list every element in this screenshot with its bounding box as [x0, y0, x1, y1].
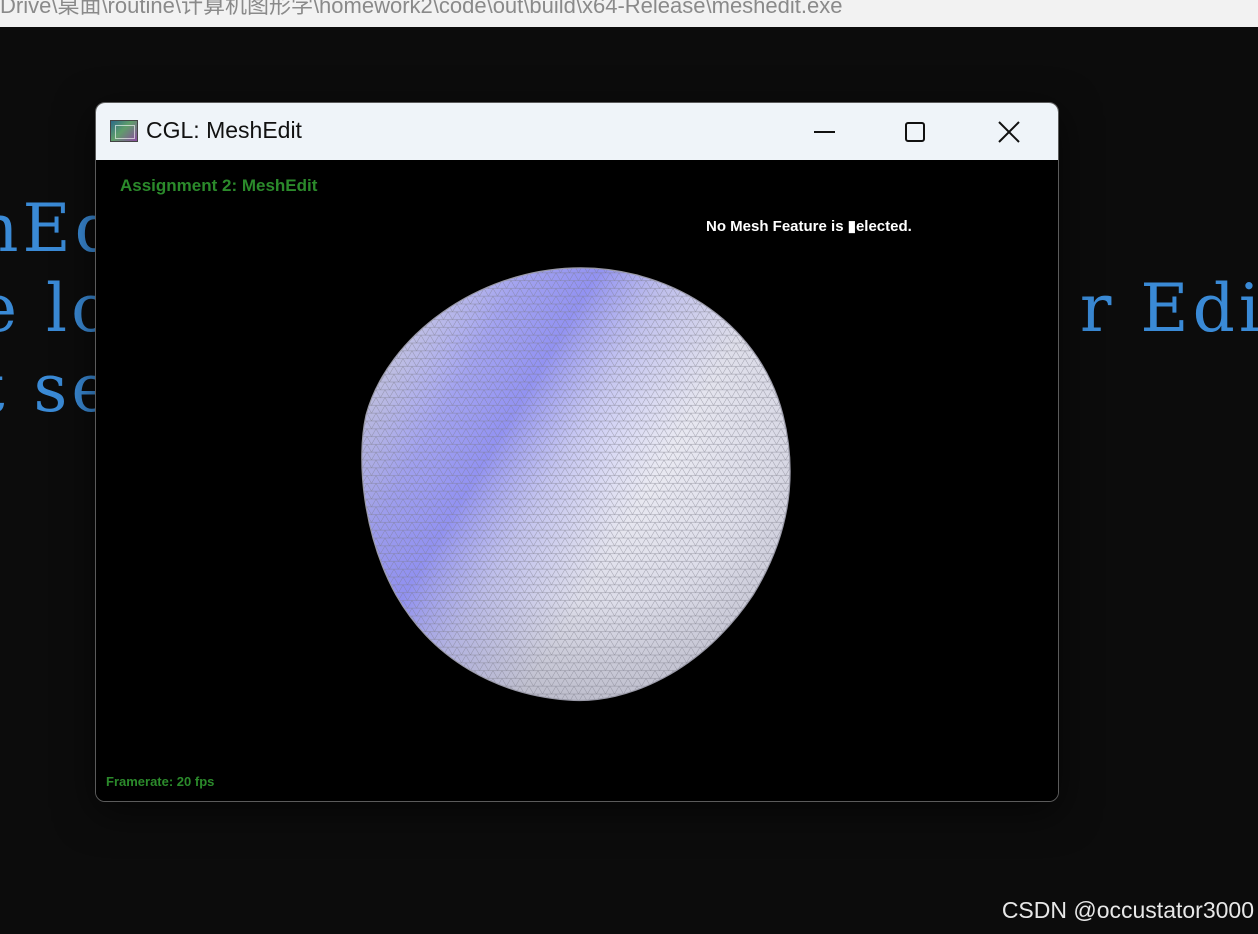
meshedit-window[interactable]: CGL: MeshEdit Assignment 2: MeshEdit No … — [95, 102, 1059, 802]
path-bar: Drive\桌面\routine\计算机图形学\homework2\code\o… — [0, 0, 1258, 27]
assignment-title: Assignment 2: MeshEdit — [120, 176, 318, 195]
framerate-label: Framerate: 20 fps — [106, 774, 215, 789]
maximize-button[interactable] — [870, 103, 960, 160]
selection-status: No Mesh Feature is ▮elected. — [706, 218, 912, 235]
window-title: CGL: MeshEdit — [146, 117, 302, 143]
app-icon — [110, 120, 138, 142]
console-line-2-right: r Edit — [1079, 270, 1258, 347]
render-viewport[interactable]: Assignment 2: MeshEdit No Mesh Feature i… — [96, 160, 1058, 801]
close-icon — [998, 120, 1020, 143]
window-titlebar[interactable]: CGL: MeshEdit — [96, 103, 1058, 160]
maximize-icon — [905, 121, 925, 142]
csdn-watermark: CSDN @occustator3000 — [1001, 897, 1254, 923]
path-text: Drive\桌面\routine\计算机图形学\homework2\code\o… — [0, 0, 843, 18]
close-button[interactable] — [964, 103, 1054, 160]
minimize-icon — [814, 130, 835, 133]
minimize-button[interactable] — [780, 103, 870, 160]
mesh-sphere[interactable] — [358, 265, 798, 705]
